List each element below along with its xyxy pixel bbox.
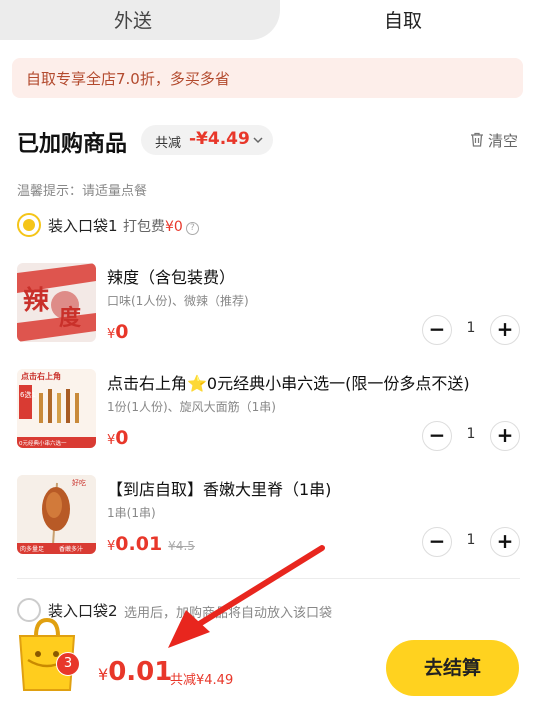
decrease-button[interactable]: − [422,527,452,557]
quantity-stepper: − 1 + [422,421,520,451]
product-price: ¥0.01 ¥4.5 [107,533,195,555]
promo-banner: 自取专享全店7.0折，多买多省 [12,58,523,98]
decrease-button[interactable]: − [422,421,452,451]
promo-text: 自取专享全店7.0折，多买多省 [26,70,230,88]
product-image: 辣 度 [17,263,96,342]
divider [17,578,520,579]
cart-item: 辣 度 辣度（含包装费） 口味(1人份)、微辣（推荐) ¥0 − 1 + [17,263,527,353]
product-name: 点击右上角⭐0元经典小串六选一(限一份多点不送) [107,374,470,393]
bag-2-description: 选用后，加购商品将自动放入该口袋 [124,606,333,621]
total-discount: 共减¥4.49 [170,673,234,688]
increase-button[interactable]: + [490,421,520,451]
thumb-text: 肉多量足 [20,545,44,553]
bag-1-radio[interactable] [17,213,41,237]
tip-text: 温馨提示：请适量点餐 [17,184,148,199]
thumb-text: 6选1 [20,390,36,399]
thumb-text: 辣 [23,285,50,316]
quantity-value: 1 [466,426,476,442]
quantity-stepper: − 1 + [422,315,520,345]
price-value: 0 [115,321,129,343]
product-options: 1串(1串) [107,506,156,520]
chevron-down-icon [253,137,263,144]
order-mode-tabs: 外送 自取 [0,0,553,42]
increase-button[interactable]: + [490,527,520,557]
product-image: 好吃 肉多量足 香嫩多汁 [17,475,96,554]
thumb-text: 香嫩多汁 [59,545,83,553]
packing-fee-label: 打包费 [123,219,165,235]
original-price: ¥4.5 [168,539,195,553]
bag-1-row: 装入口袋1 打包费¥0? [17,213,247,237]
tab-delivery[interactable]: 外送 [0,0,280,40]
thumb-text: 0元经典小串六选一 [19,439,67,447]
total-value: 0.01 [108,657,173,687]
info-icon[interactable]: ? [185,222,199,235]
trash-icon [471,132,483,147]
discount-summary-button[interactable]: 共减 -¥4.49 [141,125,273,155]
clear-label: 清空 [488,132,519,150]
quantity-value: 1 [466,532,476,548]
checkout-button[interactable]: 去结算 [386,640,519,696]
cart-item: 好吃 肉多量足 香嫩多汁 【到店自取】香嫩大里脊（1串) 1串(1串) ¥0.0… [17,475,527,565]
thumb-text: 度 [59,305,82,331]
cart-item: 点击右上角 6选1 0元经典小串六选一 点击右上角⭐0元经典小串六选一(限一份多… [17,369,527,459]
total-currency: ¥ [98,665,109,684]
tab-delivery-label: 外送 [114,10,153,32]
thumb-text: 点击右上角 [21,371,61,381]
decrease-button[interactable]: − [422,315,452,345]
product-name: 【到店自取】香嫩大里脊（1串) [107,480,332,499]
price-value: 0 [115,427,129,449]
increase-button[interactable]: + [490,315,520,345]
product-price: ¥0 [107,427,129,449]
discount-label: 共减 [155,136,182,151]
tab-pickup[interactable]: 自取 [384,6,422,33]
product-image: 点击右上角 6选1 0元经典小串六选一 [17,369,96,448]
quantity-stepper: − 1 + [422,527,520,557]
thumb-text: 好吃 [72,478,86,487]
product-price: ¥0 [107,321,129,343]
quantity-value: 1 [466,320,476,336]
packing-fee-value: ¥0 [165,219,183,235]
page-title: 已加购商品 [17,132,128,157]
bag-1-label: 装入口袋1 [48,217,118,235]
product-name: 辣度（含包装费） [107,268,236,287]
packing-fee: 打包费¥0? [123,216,199,236]
cart-count-badge: 3 [56,652,80,676]
price-value: 0.01 [115,533,163,555]
product-options: 1份(1人份)、旋风大面筋（1串) [107,400,276,414]
total-price: ¥0.01 [98,657,172,687]
product-options: 口味(1人份)、微辣（推荐) [107,294,249,308]
discount-amount: -¥4.49 [189,129,250,149]
